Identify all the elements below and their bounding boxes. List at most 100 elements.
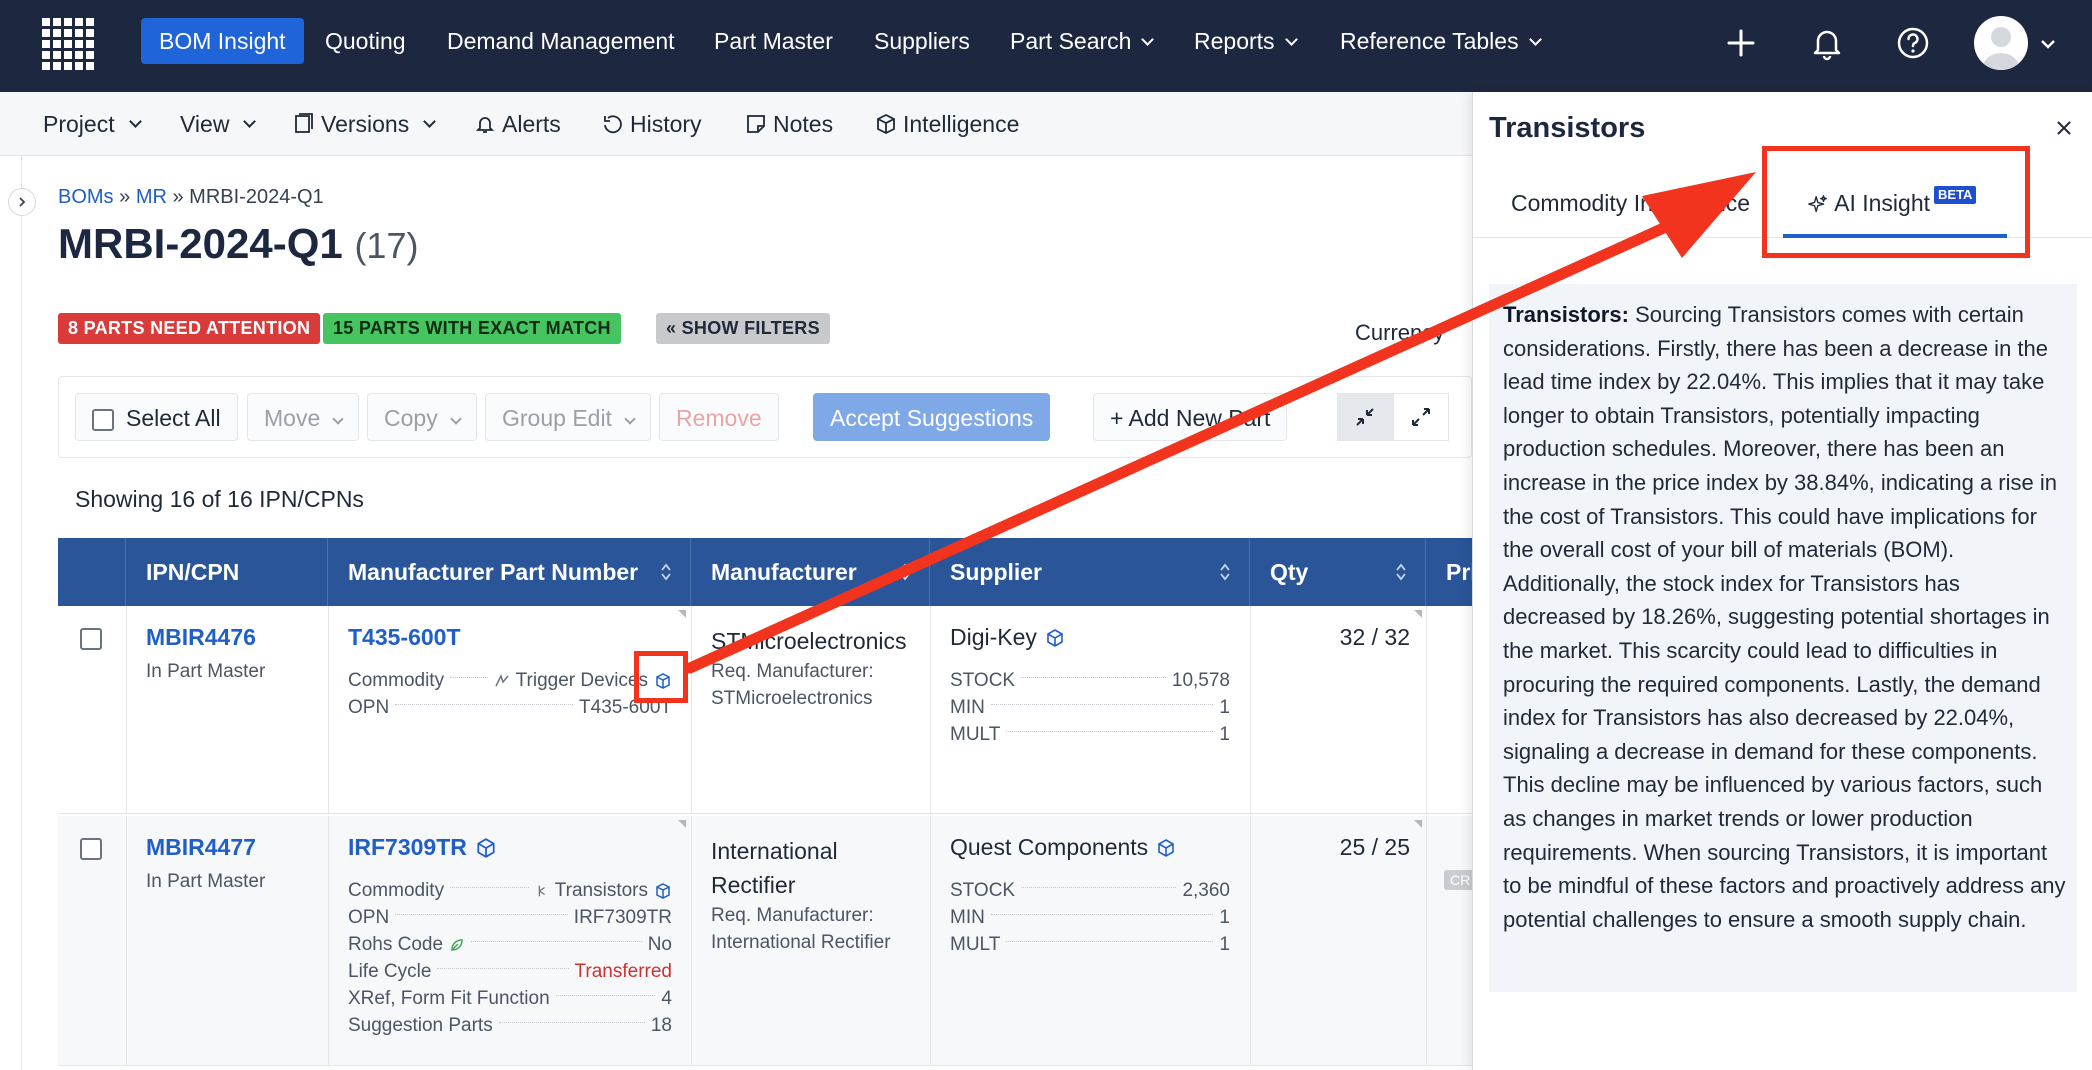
mpn-link[interactable]: IRF7309TR bbox=[348, 834, 497, 861]
close-icon[interactable] bbox=[2052, 116, 2076, 140]
mult-row: MULT 1 bbox=[950, 724, 1230, 746]
note-icon bbox=[747, 115, 765, 133]
select-all-checkbox[interactable]: Select All bbox=[75, 393, 238, 441]
header-ipn[interactable]: IPN/CPN bbox=[126, 538, 328, 606]
breadcrumb-separator: » bbox=[172, 186, 184, 208]
attr-key: Life Cycle bbox=[348, 961, 432, 982]
mpn-link[interactable]: T435-600T bbox=[348, 624, 461, 651]
help-icon[interactable] bbox=[1892, 22, 1934, 64]
supplier-name[interactable]: Digi-Key bbox=[950, 624, 1065, 651]
alerts-label: Alerts bbox=[502, 111, 561, 137]
supplier-name[interactable]: Quest Components bbox=[950, 834, 1176, 861]
versions-menu[interactable]: Versions bbox=[293, 106, 437, 142]
supplier-text: Quest Components bbox=[950, 834, 1149, 860]
attention-badge[interactable]: 8 PARTS NEED ATTENTION bbox=[58, 313, 321, 344]
app-grid-logo-icon[interactable] bbox=[42, 18, 94, 70]
collapse-rows-button[interactable] bbox=[1337, 393, 1393, 441]
ipn-link[interactable]: MBIR4476 bbox=[146, 624, 265, 651]
manufacturer-name-line1: International bbox=[711, 838, 838, 864]
nav-part-search[interactable]: Part Search bbox=[992, 18, 1170, 64]
header-mpn-label: Manufacturer Part Number bbox=[348, 559, 639, 585]
header-mpn[interactable]: Manufacturer Part Number bbox=[328, 538, 691, 606]
attr-key: Rohs Code bbox=[348, 934, 444, 955]
row-checkbox[interactable] bbox=[80, 838, 102, 860]
min-value: 1 bbox=[1219, 697, 1230, 718]
cube-icon[interactable] bbox=[1156, 838, 1176, 858]
attr-value: IRF7309TR bbox=[573, 907, 672, 928]
expand-icon bbox=[1412, 408, 1430, 426]
alerts-button[interactable]: Alerts bbox=[474, 106, 561, 142]
plus-icon[interactable] bbox=[1720, 22, 1762, 64]
mult-value: 1 bbox=[1219, 934, 1230, 955]
min-key: MIN bbox=[950, 907, 985, 928]
show-filters-button[interactable]: « SHOW FILTERS bbox=[656, 313, 830, 344]
project-menu[interactable]: Project bbox=[43, 106, 142, 142]
tab-commodity-intelligence[interactable]: Commodity Intelligence bbox=[1511, 170, 1750, 238]
header-manufacturer[interactable]: Manufacturer bbox=[691, 538, 930, 606]
stock-row: STOCK 10,578 bbox=[950, 670, 1230, 692]
stock-key: STOCK bbox=[950, 880, 1016, 901]
chevron-down-icon[interactable] bbox=[2040, 38, 2056, 50]
breadcrumb-mr[interactable]: MR bbox=[136, 186, 167, 208]
attr-value: Trigger Devices bbox=[515, 670, 648, 691]
group-edit-button[interactable]: Group Edit bbox=[485, 393, 651, 441]
nav-demand-management[interactable]: Demand Management bbox=[429, 18, 693, 64]
user-avatar[interactable] bbox=[1974, 16, 2028, 70]
breadcrumb-separator: » bbox=[119, 186, 131, 208]
cube-icon[interactable] bbox=[654, 882, 672, 900]
remove-button[interactable]: Remove bbox=[659, 393, 779, 441]
ai-insight-text: Transistors: Sourcing Transistors comes … bbox=[1489, 284, 2077, 992]
left-rail bbox=[0, 156, 22, 1070]
nav-reference-tables[interactable]: Reference Tables bbox=[1322, 18, 1558, 64]
bell-icon[interactable] bbox=[1806, 22, 1848, 64]
header-supplier-label: Supplier bbox=[950, 559, 1043, 585]
required-manufacturer-value: STMicroelectronics bbox=[711, 688, 873, 709]
expand-rows-button[interactable] bbox=[1393, 393, 1449, 441]
attr-key: OPN bbox=[348, 907, 390, 928]
breadcrumb-boms[interactable]: BOMs bbox=[58, 186, 114, 208]
trigger-device-icon bbox=[494, 674, 509, 687]
accept-suggestions-button[interactable]: Accept Suggestions bbox=[813, 393, 1051, 441]
sort-icon bbox=[900, 563, 910, 581]
notes-button[interactable]: Notes bbox=[745, 106, 833, 142]
leaf-icon bbox=[451, 939, 463, 951]
cube-icon[interactable] bbox=[1045, 628, 1065, 648]
expand-sidebar-button[interactable] bbox=[8, 188, 36, 216]
part-count: (17) bbox=[354, 225, 419, 266]
nav-quoting[interactable]: Quoting bbox=[307, 18, 424, 64]
attr-value: Transistors bbox=[554, 880, 648, 901]
history-button[interactable]: History bbox=[602, 106, 702, 142]
nav-suppliers[interactable]: Suppliers bbox=[856, 18, 988, 64]
view-menu[interactable]: View bbox=[180, 106, 257, 142]
header-supplier[interactable]: Supplier bbox=[930, 538, 1250, 606]
ipn-link[interactable]: MBIR4477 bbox=[146, 834, 265, 861]
opn-attribute: OPN T435-600T bbox=[348, 697, 672, 719]
breadcrumb-current: MRBI-2024-Q1 bbox=[189, 186, 324, 208]
nav-part-master[interactable]: Part Master bbox=[696, 18, 851, 64]
copy-button[interactable]: Copy bbox=[367, 393, 477, 441]
nav-reports[interactable]: Reports bbox=[1176, 18, 1314, 64]
ipn-status: In Part Master bbox=[146, 661, 266, 682]
suggestion-parts-attribute[interactable]: Suggestion Parts 18 bbox=[348, 1015, 672, 1037]
header-qty[interactable]: Qty bbox=[1250, 538, 1426, 606]
stock-row: STOCK 2,360 bbox=[950, 880, 1230, 902]
xref-attribute[interactable]: XRef, Form Fit Function 4 bbox=[348, 988, 672, 1010]
row-checkbox[interactable] bbox=[80, 628, 102, 650]
intelligence-button[interactable]: Intelligence bbox=[875, 106, 1019, 142]
cube-icon[interactable] bbox=[475, 837, 497, 859]
move-button[interactable]: Move bbox=[247, 393, 360, 441]
attr-key: Suggestion Parts bbox=[348, 1015, 493, 1036]
nav-bom-insight[interactable]: BOM Insight bbox=[141, 18, 304, 64]
attr-key: Commodity bbox=[348, 880, 445, 901]
required-manufacturer-label: Req. Manufacturer: bbox=[711, 905, 874, 926]
history-label: History bbox=[630, 111, 702, 137]
mult-value: 1 bbox=[1219, 724, 1230, 745]
checkbox bbox=[92, 408, 114, 431]
exact-match-badge[interactable]: 15 PARTS WITH EXACT MATCH bbox=[323, 313, 621, 344]
bom-toolbar: Project View Versions Alerts History Not… bbox=[0, 92, 1472, 156]
mpn-text: T435-600T bbox=[348, 624, 461, 650]
add-new-part-button[interactable]: + Add New Part bbox=[1093, 393, 1288, 441]
annotation-highlight-box bbox=[1762, 146, 2030, 258]
mult-key: MULT bbox=[950, 724, 1001, 745]
page-title: MRBI-2024-Q1 (17) bbox=[58, 220, 418, 268]
